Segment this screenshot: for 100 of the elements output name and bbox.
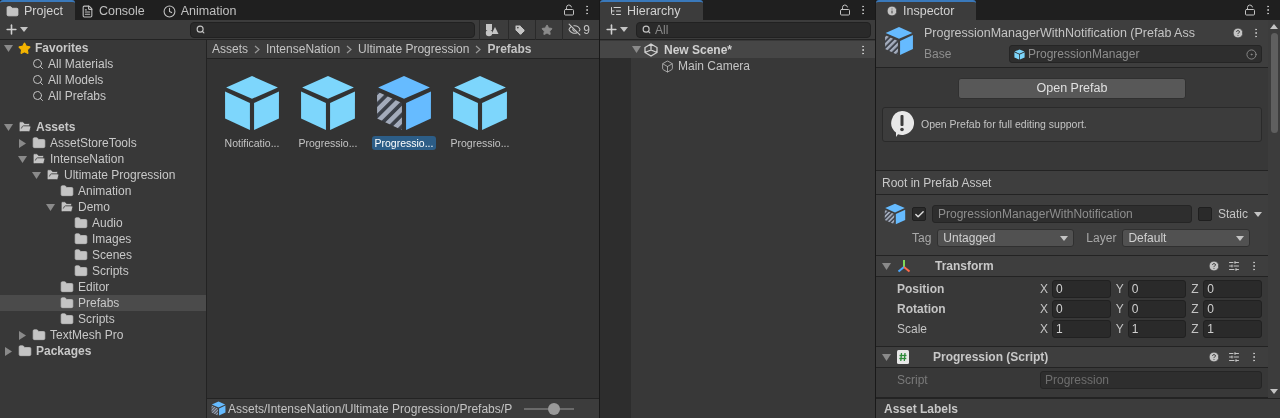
number-field[interactable]: 0 [1127, 300, 1187, 318]
warning-icon [889, 110, 915, 139]
panel-tab[interactable]: Animation [156, 0, 249, 20]
prefab-variant-icon [884, 203, 906, 225]
asset-label[interactable]: Progressio... [371, 136, 437, 150]
expanded-arrow-icon[interactable] [32, 170, 41, 180]
tree-item[interactable]: Scripts [0, 311, 206, 327]
expanded-arrow-icon[interactable] [18, 154, 27, 164]
search-field[interactable]: All [636, 21, 871, 38]
field-label: Layer [1086, 231, 1117, 245]
field-label: Base [924, 47, 953, 61]
expanded-arrow-icon[interactable] [882, 352, 891, 362]
layer-dropdown[interactable]: Default [1122, 229, 1251, 247]
tree-item[interactable]: Audio [0, 215, 206, 231]
open-prefab-button[interactable]: Open Prefab [958, 78, 1186, 99]
search-field[interactable] [190, 21, 476, 38]
scroll-up-icon[interactable] [1270, 24, 1278, 29]
tree-item[interactable]: AssetStoreTools [0, 135, 206, 151]
tree-item[interactable]: All Prefabs [0, 88, 206, 104]
expanded-arrow-icon[interactable] [632, 45, 641, 54]
breadcrumb-link[interactable]: IntenseNation [266, 42, 341, 56]
lock-icon[interactable] [563, 4, 575, 16]
scroll-down-icon[interactable] [1270, 389, 1278, 394]
hierarchy-item[interactable]: Main Camera [631, 58, 875, 74]
tree-item[interactable]: Images [0, 231, 206, 247]
axis-label: Y [1115, 302, 1125, 316]
lock-icon[interactable] [1244, 4, 1256, 16]
asset-label[interactable]: Progressio... [447, 136, 513, 150]
script-icon [897, 350, 909, 364]
search-icon [32, 58, 44, 70]
number-field[interactable]: 0 [1052, 280, 1111, 298]
picker-icon[interactable] [1246, 48, 1257, 60]
tree-item[interactable]: Demo [0, 199, 206, 215]
static-checkbox[interactable] [1198, 207, 1212, 221]
caret-icon [620, 27, 628, 32]
hidden-packages-button[interactable]: 9 [562, 19, 595, 40]
tree-item[interactable]: TextMesh Pro [0, 327, 206, 343]
tree-item[interactable]: Scripts [0, 263, 206, 279]
number-field[interactable]: 1 [1052, 320, 1111, 338]
component-header[interactable]: Progression (Script) [876, 347, 1268, 368]
number-field[interactable]: 0 [1052, 300, 1111, 318]
panel-tab[interactable]: Inspector [876, 0, 977, 20]
expanded-arrow-icon[interactable] [46, 202, 55, 212]
tree-item[interactable]: Editor [0, 279, 206, 295]
collapsed-arrow-icon[interactable] [18, 330, 27, 340]
component-header[interactable]: Transform [876, 256, 1268, 277]
expanded-arrow-icon[interactable] [882, 261, 891, 271]
document-icon [80, 4, 94, 18]
prefab-icon [299, 74, 357, 132]
breadcrumb-link[interactable]: Prefabs [487, 42, 532, 56]
chevron-icon [475, 44, 482, 54]
prefab-variant-icon [884, 26, 914, 56]
breadcrumb-link[interactable]: Ultimate Progression [358, 42, 470, 56]
number-field[interactable]: 1 [1127, 320, 1187, 338]
panel-tab[interactable]: Console [74, 0, 157, 20]
list-icon [610, 5, 622, 17]
asset-label[interactable]: Notificatio... [221, 136, 283, 150]
presets-icon[interactable] [1228, 351, 1240, 363]
active-checkbox[interactable] [912, 207, 926, 221]
number-field[interactable]: 1 [1203, 320, 1262, 338]
caret-icon [1254, 211, 1262, 217]
panel-tab[interactable]: Hierarchy [600, 0, 703, 20]
name-field[interactable]: ProgressionManagerWithNotification [932, 205, 1192, 223]
tree-item[interactable]: Favorites [0, 40, 206, 56]
number-field[interactable]: 0 [1203, 300, 1262, 318]
presets-icon[interactable] [1228, 260, 1240, 272]
asset-label[interactable]: Progressio... [295, 136, 361, 150]
tree-item[interactable]: Prefabs [0, 295, 206, 311]
number-field[interactable]: 0 [1203, 280, 1262, 298]
chevron-icon [346, 44, 353, 54]
tree-item[interactable]: Packages [0, 343, 206, 359]
tree-item[interactable]: Scenes [0, 247, 206, 263]
number-field[interactable]: 0 [1127, 280, 1187, 298]
scene-row[interactable]: New Scene* [600, 41, 875, 58]
tree-item[interactable]: All Materials [0, 56, 206, 72]
tree-item[interactable]: Ultimate Progression [0, 167, 206, 183]
collapsed-arrow-icon[interactable] [4, 346, 13, 356]
breadcrumb-link[interactable]: Assets [212, 42, 248, 56]
tag-dropdown[interactable]: Untagged [937, 229, 1075, 247]
help-icon[interactable] [1208, 260, 1220, 272]
tree-item[interactable]: Animation [0, 183, 206, 199]
scrollbar[interactable] [1268, 20, 1280, 398]
help-icon[interactable] [1232, 27, 1244, 39]
caret-icon [20, 27, 28, 32]
collapsed-arrow-icon[interactable] [18, 138, 27, 148]
object-field[interactable]: ProgressionManager [1009, 45, 1262, 63]
lock-icon[interactable] [839, 4, 851, 16]
help-icon[interactable] [1208, 351, 1220, 363]
scrollbar-thumb[interactable] [1270, 33, 1278, 133]
expanded-arrow-icon[interactable] [4, 43, 13, 53]
tree-item[interactable]: All Models [0, 72, 206, 88]
asset-labels-header[interactable]: Asset Labels [876, 398, 1280, 418]
tree-item[interactable]: Assets [0, 119, 206, 135]
panel-tab[interactable]: Project [0, 0, 75, 20]
help-text: Open Prefab for full editing support. [921, 118, 1087, 131]
tree-item[interactable]: IntenseNation [0, 151, 206, 167]
slider-thumb[interactable] [548, 402, 561, 415]
expanded-arrow-icon[interactable] [4, 122, 13, 132]
folder-icon [74, 216, 88, 230]
eye-off-icon [568, 23, 582, 36]
